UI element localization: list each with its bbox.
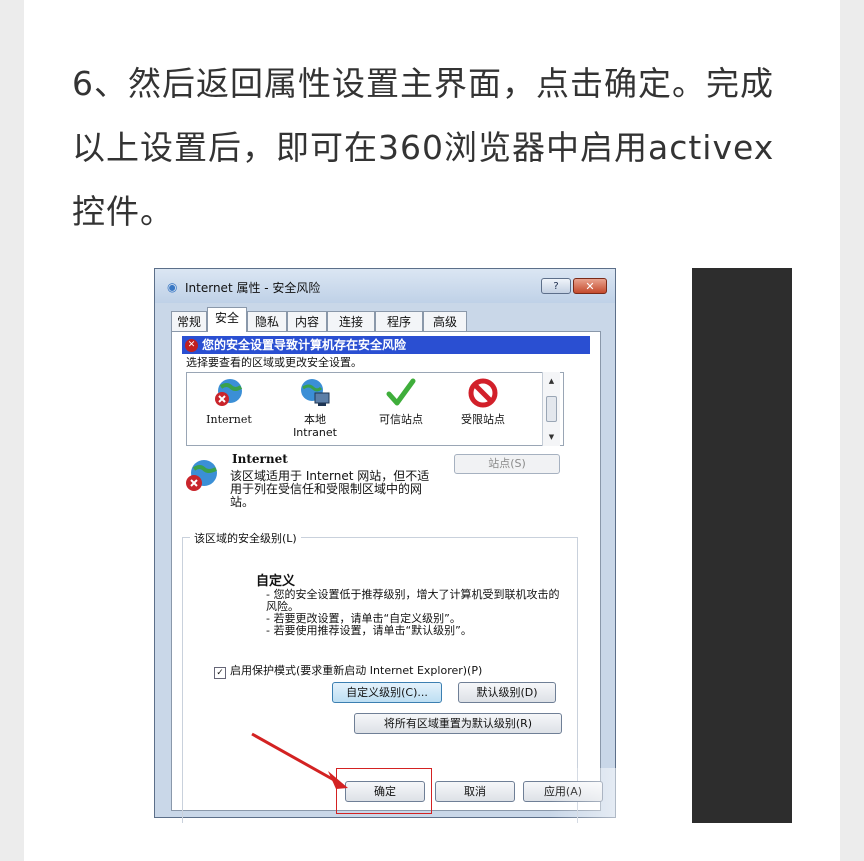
annotation-arrow-icon [251, 732, 348, 789]
article-step-text: 6、然后返回属性设置主界面，点击确定。完成以上设置后，即可在360浏览器中启用a… [72, 64, 775, 231]
image-fade-overlay [550, 768, 670, 823]
warning-shield-icon: ✕ [185, 339, 198, 352]
screenshot-image: ◉ Internet 属性 - 安全风险 ? ✕ 常规 安全 隐私 内容 连接 … [72, 268, 792, 823]
tab-security[interactable]: 安全 [207, 307, 247, 332]
